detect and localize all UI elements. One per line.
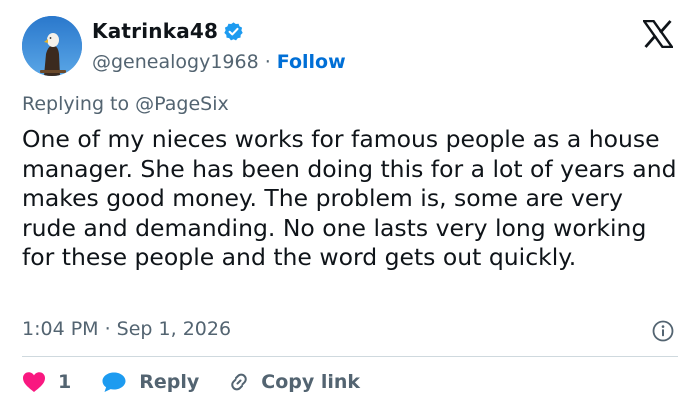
reply-mention-link[interactable]: @PageSix <box>135 93 229 115</box>
reply-context: Replying to @PageSix <box>22 93 229 115</box>
eagle-avatar <box>22 16 82 76</box>
x-logo-icon[interactable] <box>641 19 675 49</box>
reply-bubble-icon <box>101 371 127 393</box>
reply-button[interactable]: Reply <box>101 371 199 393</box>
user-handle[interactable]: @genealogy1968 <box>92 51 259 73</box>
handle-row: @genealogy1968 · Follow <box>92 50 346 74</box>
display-name[interactable]: Katrinka48 <box>92 19 218 43</box>
copy-link-label: Copy link <box>261 371 361 393</box>
info-icon[interactable] <box>652 320 674 342</box>
display-name-row: Katrinka48 <box>92 18 346 44</box>
follow-button[interactable]: Follow <box>277 51 346 73</box>
copy-link-button[interactable]: Copy link <box>227 370 360 394</box>
author-block: Katrinka48 @genealogy1968 · Follow <box>92 18 346 74</box>
like-button[interactable]: 1 <box>22 371 71 393</box>
like-count: 1 <box>58 371 72 393</box>
avatar[interactable] <box>22 16 82 76</box>
link-icon <box>227 370 251 394</box>
heart-icon <box>22 371 46 393</box>
action-bar: 1 Reply Copy link <box>22 368 360 396</box>
divider <box>22 356 678 357</box>
tweet-text: One of my nieces works for famous people… <box>22 125 677 271</box>
verified-badge-icon <box>223 21 244 42</box>
tweet-card: Katrinka48 @genealogy1968 · Follow Reply… <box>0 0 700 410</box>
reply-context-prefix: Replying to <box>22 93 130 115</box>
tweet-timestamp[interactable]: 1:04 PM · Sep 1, 2026 <box>22 318 231 340</box>
reply-label: Reply <box>139 371 200 393</box>
separator-dot: · <box>264 51 271 73</box>
